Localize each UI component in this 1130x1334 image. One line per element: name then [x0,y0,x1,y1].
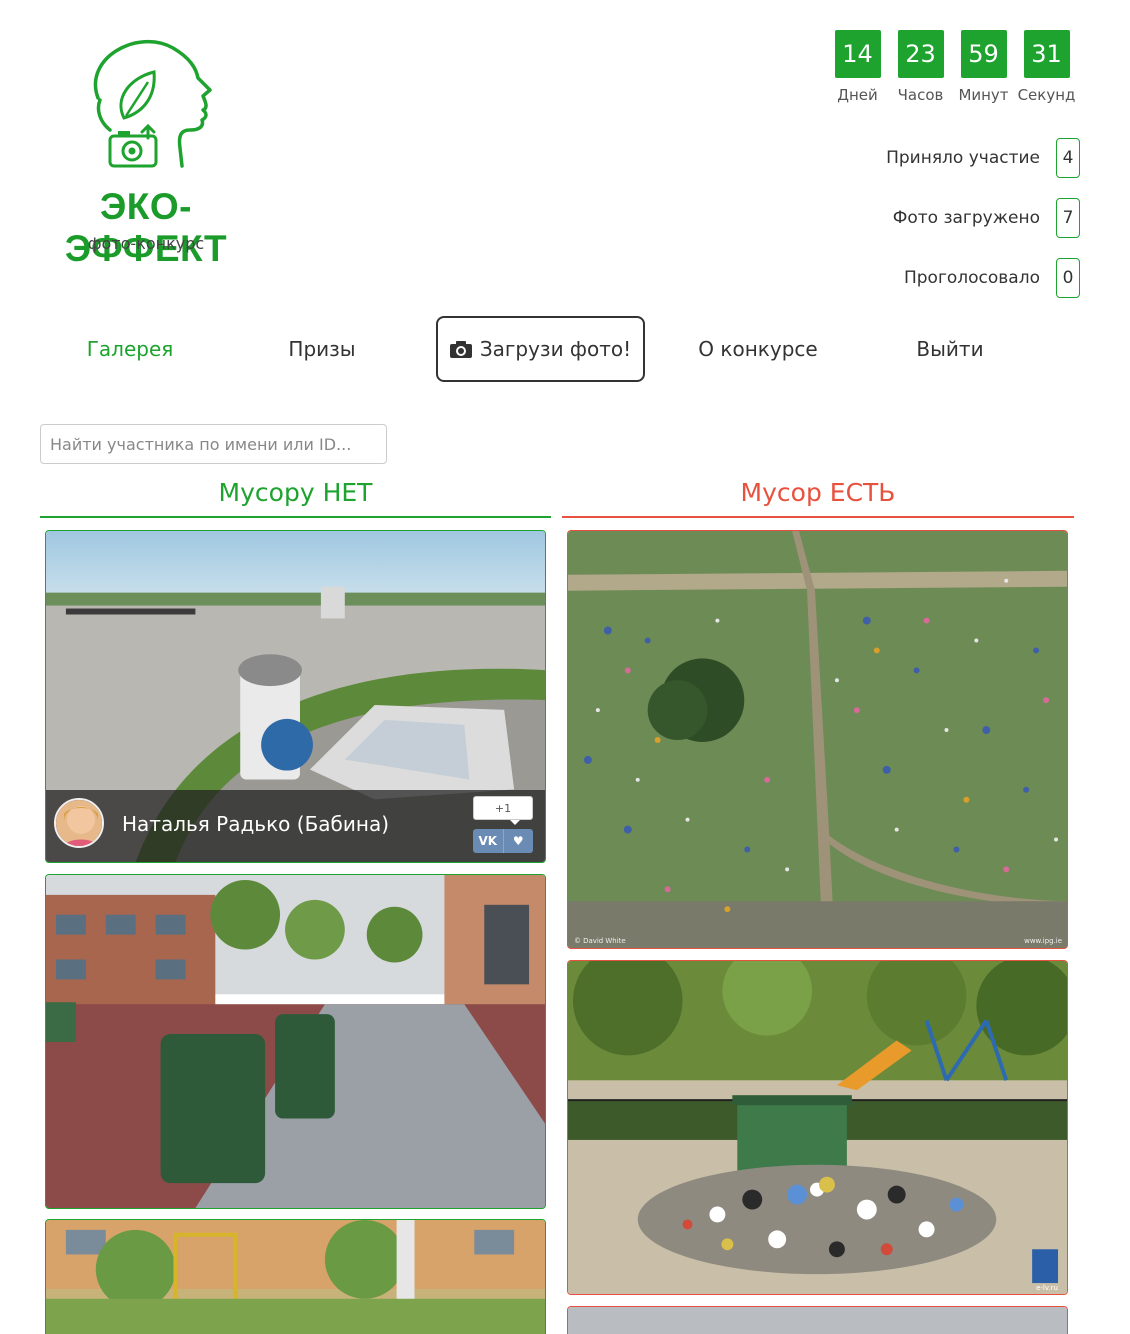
stat-participants-value: 4 [1056,138,1080,178]
countdown-minutes: 59 Минут [952,30,1015,104]
nav-prizes[interactable]: Призы [226,316,418,382]
logo-title: ЭКО-ЭФФЕКТ [64,186,228,269]
vk-like-button[interactable]: VK ♥ [473,829,533,853]
stat-photos-value: 7 [1056,198,1080,238]
eco-head-camera-icon [93,39,212,168]
vk-logo-icon: VK [478,834,498,848]
card-author-bar: Наталья Радько (Бабина) +1 VK ♥ [46,790,545,862]
countdown-seconds: 31 Секунд [1015,30,1078,104]
author-name[interactable]: Наталья Радько (Бабина) [122,812,389,836]
contest-stats: Приняло участие 4 Фото загружено 7 Прого… [780,138,1080,318]
countdown-days-label: Дней [837,86,878,104]
stat-voters-label: Проголосовало [903,268,1040,288]
participant-search-input[interactable] [40,424,387,464]
photo-card[interactable] [45,1219,546,1334]
photo-partial [568,1307,1067,1334]
nav-upload-label: Загрузи фото! [479,337,632,361]
stat-voters-value: 0 [1056,258,1080,298]
countdown-seconds-value: 31 [1023,30,1070,78]
photo-playground-yard [46,1220,545,1334]
countdown-timer: 14 Дней 23 Часов 59 Минут 31 Секунд [826,30,1078,104]
nav-upload-button[interactable]: Загрузи фото! [436,316,645,382]
photo-overflowing-dumpster-playground: e-lv.ru [568,961,1067,1294]
column-title-clean: Мусору НЕТ [40,478,551,518]
countdown-minutes-label: Минут [958,86,1009,104]
photo-underground-bins-street [46,875,545,1208]
stat-participants-label: Приняло участие [886,148,1040,168]
countdown-hours-value: 23 [897,30,944,78]
heart-icon: ♥ [502,829,534,853]
site-logo[interactable]: ЭКО-ЭФФЕКТ фото-конкурс [30,38,262,269]
stat-photos-label: Фото загружено [892,208,1040,228]
stat-participants: Приняло участие 4 [780,138,1080,178]
countdown-days-value: 14 [834,30,881,78]
logo-subtitle: фото-конкурс [87,234,205,253]
countdown-minutes-value: 59 [960,30,1007,78]
photo-watermark-right: www.ipg.ie [1024,937,1062,945]
countdown-hours: 23 Часов [889,30,952,104]
nav-gallery[interactable]: Галерея [34,316,226,382]
photo-card[interactable] [567,1306,1068,1334]
countdown-hours-label: Часов [897,86,944,104]
main-nav: Галерея Призы Загрузи фото! О конкурсе В… [34,316,1084,382]
column-title-dirty: Мусор ЕСТЬ [562,478,1074,518]
photo-watermark: e-lv.ru [1036,1284,1058,1292]
photo-festival-field-litter: © David White www.ipg.ie [568,531,1067,948]
stat-voters: Проголосовало 0 [780,258,1080,298]
camera-icon [449,340,472,358]
nav-about[interactable]: О конкурсе [662,316,854,382]
countdown-days: 14 Дней [826,30,889,104]
photo-card[interactable]: e-lv.ru [567,960,1068,1295]
author-avatar[interactable] [54,798,104,848]
countdown-seconds-label: Секунд [1017,86,1076,104]
photo-watermark-left: © David White [574,937,626,945]
photo-card[interactable]: Наталья Радько (Бабина) +1 VK ♥ [45,530,546,863]
photo-card[interactable]: © David White www.ipg.ie [567,530,1068,949]
nav-logout[interactable]: Выйти [854,316,1046,382]
avatar-photo [56,800,102,846]
photo-card[interactable] [45,874,546,1209]
vote-count: +1 [473,796,533,825]
stat-photos: Фото загружено 7 [780,198,1080,238]
